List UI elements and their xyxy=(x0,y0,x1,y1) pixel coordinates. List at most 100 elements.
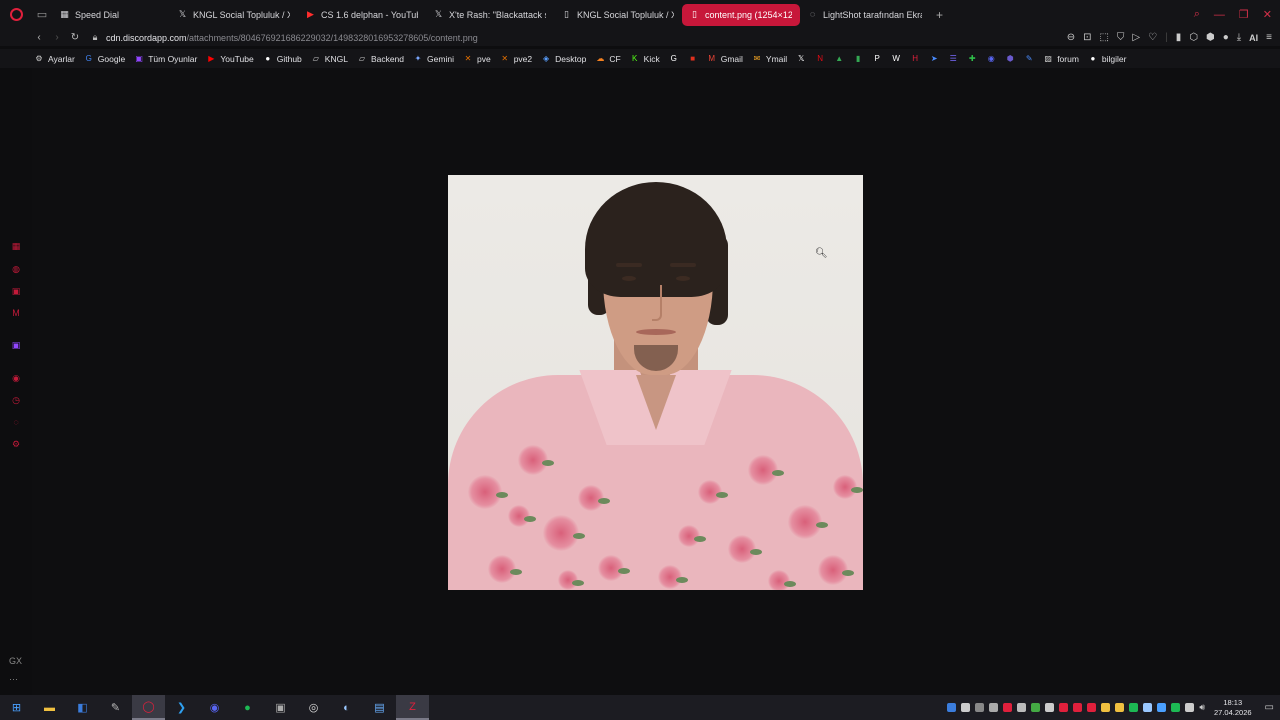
tray-app-icon[interactable] xyxy=(1143,703,1153,712)
bookmark-grammarly[interactable]: G xyxy=(669,54,679,64)
bookmark-pve2[interactable]: ✕ pve2 xyxy=(500,54,532,64)
search-tabs-icon[interactable]: ⌕ xyxy=(1194,8,1200,21)
tab-5[interactable]: ▯ KNGL Social Topluluk / X xyxy=(554,4,682,26)
bookmark-cf[interactable]: ☁ CF xyxy=(595,54,620,64)
bookmark-arrow[interactable]: ➤ xyxy=(929,54,939,64)
tray-app-icon[interactable] xyxy=(1073,703,1083,712)
taskbar-opera-gx-icon[interactable]: ◯ xyxy=(132,695,165,720)
workspaces-icon[interactable]: ▭ xyxy=(32,0,52,29)
bookmark-google[interactable]: G Google xyxy=(84,54,126,64)
bookmark-kick[interactable]: K Kick xyxy=(630,54,660,64)
sidebar-play-icon[interactable]: ◉ xyxy=(10,372,22,384)
reload-button[interactable]: ↻ xyxy=(66,32,84,43)
tray-app-icon[interactable] xyxy=(1003,703,1013,712)
zoom-out-icon[interactable]: ⊖ xyxy=(1067,32,1075,43)
bookmark-wrench[interactable]: ✎ xyxy=(1024,54,1034,64)
clock[interactable]: 18:13 27.04.2026 xyxy=(1214,698,1252,718)
tray-app-icon[interactable] xyxy=(947,703,957,712)
bookmark-x-logo[interactable]: 𝕏 xyxy=(796,54,806,64)
bookmark-github[interactable]: ● Github xyxy=(263,54,301,64)
address-field[interactable]: cdn.discordapp.com/attachments/804676921… xyxy=(106,33,478,43)
bookmark-ymail[interactable]: ✉ Ymail xyxy=(752,54,788,64)
stats-icon[interactable]: ▮ xyxy=(1176,32,1182,43)
taskbar-tool-icon[interactable]: ✎ xyxy=(99,695,132,720)
bookmark-netflix[interactable]: N xyxy=(815,54,825,64)
bookmark-gemini[interactable]: ✦ Gemini xyxy=(413,54,454,64)
bookmark-ayarlar[interactable]: ⚙ Ayarlar xyxy=(34,54,74,64)
tray-app-icon[interactable] xyxy=(1157,703,1167,712)
tray-app-icon[interactable] xyxy=(1171,703,1181,712)
tab-2[interactable]: 𝕏 KNGL Social Topluluk / X xyxy=(170,4,298,26)
close-window-button[interactable]: ✕ xyxy=(1263,8,1272,21)
taskbar-file-explorer-icon[interactable]: ▬ xyxy=(33,695,66,720)
back-button[interactable]: ‹ xyxy=(30,32,48,43)
taskbar-filezilla-icon[interactable]: Z xyxy=(396,695,429,720)
menu-icon[interactable]: ≡ xyxy=(1266,32,1272,43)
bookmark-w[interactable]: W xyxy=(891,54,901,64)
tray-app-icon[interactable] xyxy=(975,703,985,712)
bookmark-p[interactable]: P xyxy=(872,54,882,64)
bookmark-discord[interactable]: ◉ xyxy=(986,54,996,64)
extensions-icon[interactable]: ⬡ xyxy=(1189,32,1198,43)
bookmark-square-red[interactable]: ■ xyxy=(688,54,698,64)
taskbar-vscode-icon[interactable]: ❯ xyxy=(165,695,198,720)
tray-app-icon[interactable] xyxy=(1059,703,1069,712)
ai-button[interactable]: AI xyxy=(1249,33,1258,43)
sidebar-more-icon[interactable]: ··· xyxy=(9,674,18,684)
tray-app-icon[interactable] xyxy=(1115,703,1125,712)
minimize-button[interactable]: — xyxy=(1214,9,1225,21)
bookmark-bilgiler[interactable]: ● bilgiler xyxy=(1088,54,1127,64)
sidebar-twitch-icon[interactable]: ▣ xyxy=(10,339,22,351)
shield-icon[interactable]: ⛉ xyxy=(1117,32,1125,43)
taskbar-windows-start-icon[interactable]: ⊞ xyxy=(0,695,33,720)
tray-app-icon[interactable] xyxy=(961,703,971,712)
player-icon[interactable]: ▷ xyxy=(1132,32,1140,43)
taskbar-terminal-icon[interactable]: ▣ xyxy=(264,695,297,720)
tray-app-icon[interactable] xyxy=(1031,703,1041,712)
bookmark-chart[interactable]: ▮ xyxy=(853,54,863,64)
tray-app-icon[interactable] xyxy=(1101,703,1111,712)
bookmark-forum[interactable]: ▨ forum xyxy=(1043,54,1079,64)
taskbar-discord-icon[interactable]: ◉ xyxy=(198,695,231,720)
maximize-button[interactable]: ❐ xyxy=(1239,8,1249,21)
sidebar-chat-icon[interactable]: ◌ xyxy=(10,416,22,428)
bookmark-kngl[interactable]: ▱ KNGL xyxy=(311,54,348,64)
notifications-icon[interactable]: ▭ xyxy=(1265,702,1274,713)
sidebar-clock-icon[interactable]: ◷ xyxy=(10,394,22,406)
bookmark-gmail[interactable]: M Gmail xyxy=(707,54,743,64)
sidebar-settings-icon[interactable]: ⚙ xyxy=(10,438,22,450)
tray-app-icon[interactable] xyxy=(1129,703,1139,712)
tray-app-icon[interactable] xyxy=(1045,703,1055,712)
bookmark-desktop[interactable]: ◈ Desktop xyxy=(541,54,586,64)
tray-app-icon[interactable] xyxy=(1087,703,1097,712)
sidebar-m-icon[interactable]: M xyxy=(10,307,22,319)
lock-icon[interactable]: 🔒︎ xyxy=(88,32,102,43)
download-icon[interactable]: ⤓ xyxy=(1237,32,1241,43)
taskbar-spotify-icon[interactable]: ● xyxy=(231,695,264,720)
profile-icon[interactable]: ● xyxy=(1223,32,1229,43)
bookmark-youtube[interactable]: ▶ YouTube xyxy=(206,54,253,64)
new-tab-button[interactable]: + xyxy=(930,8,949,22)
tray-app-icon[interactable] xyxy=(1017,703,1027,712)
opera-gx-menu-button[interactable] xyxy=(0,0,32,29)
speaker-icon[interactable]: 🔊︎ xyxy=(1199,702,1205,713)
tab-7[interactable]: ◌ LightShot tarafından Ekran xyxy=(800,4,930,26)
taskbar-monitor-icon[interactable]: ▤ xyxy=(363,695,396,720)
bookmark-pve[interactable]: ✕ pve xyxy=(463,54,491,64)
sidebar-bag-icon[interactable]: ◍ xyxy=(10,263,22,275)
bookmark-backend[interactable]: ▱ Backend xyxy=(357,54,404,64)
bookmark-list[interactable]: ☰ xyxy=(948,54,958,64)
bookmark-drive[interactable]: ▲ xyxy=(834,54,844,64)
tab-6[interactable]: ▯ content.png (1254×12 xyxy=(682,3,800,26)
tray-app-icon[interactable] xyxy=(989,703,999,712)
taskbar-steam-icon[interactable]: ◐ xyxy=(330,695,363,720)
taskbar-chrome-dev-icon[interactable]: ◎ xyxy=(297,695,330,720)
tab-4[interactable]: 𝕏 X'te Rash: "Blackattack şe xyxy=(426,4,554,26)
forward-button[interactable]: › xyxy=(48,32,66,43)
bookmark-page-icon[interactable]: ⊡ xyxy=(1083,32,1091,43)
heart-icon[interactable]: ♡ xyxy=(1148,32,1157,43)
viewed-image[interactable] xyxy=(448,175,863,590)
taskbar-outlook-icon[interactable]: ◧ xyxy=(66,695,99,720)
bookmark-plus[interactable]: ✚ xyxy=(967,54,977,64)
snapshot-icon[interactable]: ⬚ xyxy=(1099,32,1108,43)
